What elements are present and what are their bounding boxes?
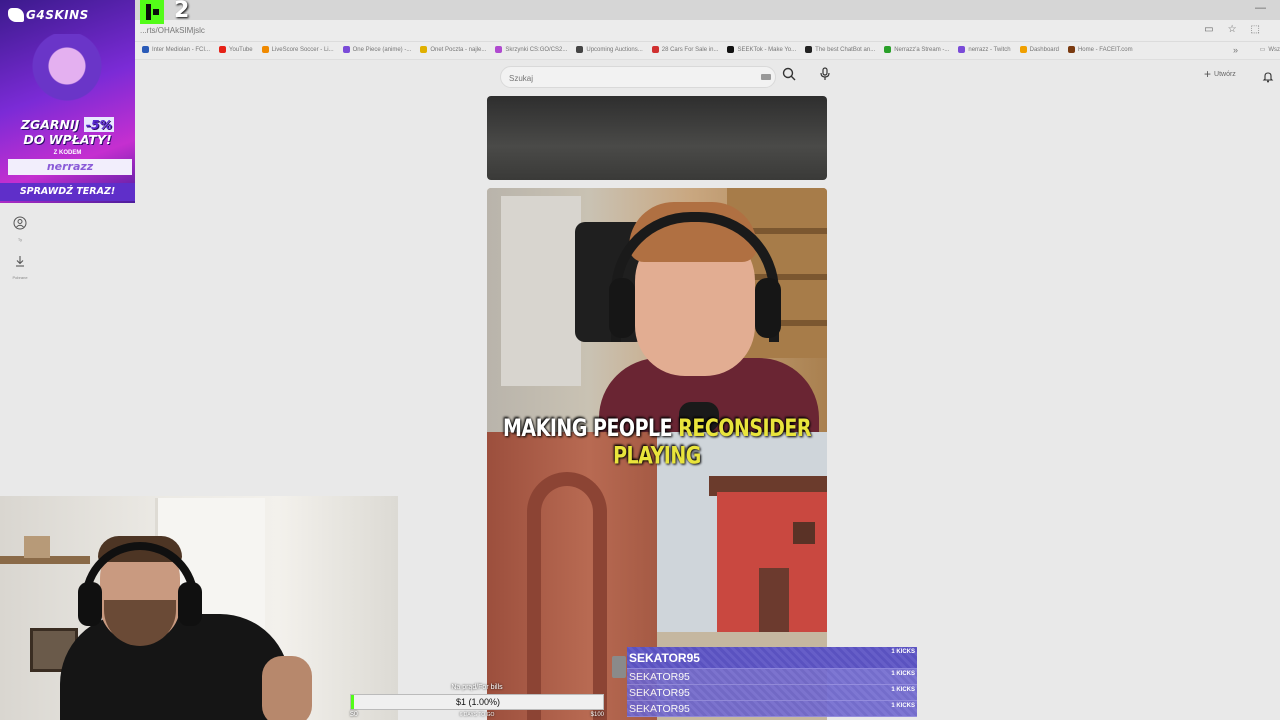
notifications-button[interactable] — [1262, 70, 1276, 84]
alert-icon — [612, 656, 626, 678]
favicon-icon — [576, 46, 584, 53]
ad-brand: G4SKINS — [26, 8, 89, 22]
goal-progress-bar: $1 (1.00%) — [350, 694, 604, 710]
viewer-count: 2 — [174, 0, 190, 23]
keyboard-icon[interactable] — [761, 74, 771, 80]
bookmark-label: Home - FACEIT.com — [1077, 46, 1133, 53]
search-box[interactable] — [500, 66, 776, 88]
list-item: SEKATOR95 1 KICKS — [627, 647, 917, 669]
account-icon — [13, 216, 27, 230]
bookmark-label: LiveScore Soccer - Li... — [271, 46, 334, 53]
bookmark-label: Upcoming Auctions... — [586, 46, 643, 53]
bookmark-label: The best ChatBot an... — [815, 46, 876, 53]
streamer-webcam — [0, 496, 398, 720]
favicon-icon — [958, 46, 966, 53]
ad-headline: ZGARNIJ -5% — [20, 117, 115, 132]
bookmark-label: Dashboard — [1029, 46, 1059, 53]
sidebar-item-label: Ty — [17, 237, 23, 242]
bookmark-item[interactable]: One Piece (anime) -... — [342, 46, 412, 53]
sidebar-item-downloads[interactable]: Pobrane — [6, 254, 34, 280]
bookmark-item[interactable]: nerrazz - Twitch — [958, 46, 1011, 53]
microphone-icon — [820, 67, 830, 80]
extensions-icon[interactable]: ⬚ — [1251, 24, 1260, 35]
bookmarks-bar: Inter Mediolan - FCI... YouTube LiveScore … — [0, 42, 1280, 60]
bookmarks-folder[interactable]: ▭ Wsz — [1259, 46, 1280, 54]
ad-code-label: Z KODEM — [53, 150, 82, 156]
favicon-icon — [142, 46, 149, 53]
favicon-icon — [884, 46, 892, 53]
sidebar-item-you[interactable]: Ty — [6, 216, 34, 242]
bookmark-item[interactable]: YouTube — [219, 46, 253, 53]
video-caption: MAKING PEOPLE RECONSIDER PLAYING — [503, 414, 811, 470]
bookmark-item[interactable]: Home - FACEIT.com — [1067, 46, 1133, 53]
youtube-header: + Utwórz — [0, 60, 1280, 94]
favicon-icon — [219, 46, 227, 53]
list-item: SEKATOR95 1 KICKS — [627, 669, 917, 685]
bookmarks-overflow-icon[interactable]: » — [1233, 45, 1238, 55]
bookmark-label: Skrzynki CS:GO/CS2... — [505, 46, 568, 53]
list-item: SEKATOR95 1 KICKS — [627, 685, 917, 701]
favicon-icon — [727, 46, 735, 53]
bookmark-label: One Piece (anime) -... — [352, 46, 412, 53]
kicks-alert-list: SEKATOR95 1 KICKS SEKATOR95 1 KICKS SEKA… — [627, 647, 917, 717]
short-video-player[interactable]: MAKING PEOPLE RECONSIDER PLAYING — [487, 188, 827, 720]
download-icon — [16, 256, 24, 267]
search-button[interactable] — [782, 67, 802, 87]
bell-icon — [1262, 72, 1274, 83]
bookmark-item[interactable]: Skrzynki CS:GO/CS2... — [495, 46, 567, 53]
bookmark-item[interactable]: Onet Poczta - najle... — [420, 46, 486, 53]
search-input[interactable] — [509, 71, 749, 85]
star-icon[interactable]: ☆ — [1228, 24, 1237, 35]
list-item: SEKATOR95 1 KICKS — [627, 701, 917, 717]
video-frame-streamer — [487, 188, 827, 438]
donation-goal: Na prąd/For bills $1 (1.00%) $0 6 DAYS T… — [350, 684, 604, 720]
ad-subheadline: DO WPŁATY! — [23, 132, 112, 147]
bookmark-label: Onet Poczta - najle... — [430, 46, 487, 53]
ad-promo-code: nerrazz — [8, 159, 132, 175]
create-button[interactable]: + Utwórz — [1204, 67, 1236, 81]
folder-icon: ▭ — [1259, 47, 1266, 53]
sidebar-item-label: Pobrane — [12, 275, 28, 280]
bookmark-item[interactable]: Upcoming Auctions... — [576, 46, 643, 53]
search-icon — [782, 67, 796, 81]
bookmark-item[interactable]: Nerrazz'a Stream -... — [884, 46, 949, 53]
address-bar[interactable]: ...rts/OHAkSIMjslc ▭ ☆ ⬚ — [0, 20, 1280, 42]
voice-search-button[interactable] — [818, 67, 838, 87]
plus-icon: + — [1204, 67, 1212, 81]
favicon-icon — [1067, 46, 1075, 53]
bookmark-label: Nerrazz'a Stream -... — [894, 46, 950, 53]
bookmark-item[interactable]: Dashboard — [1019, 46, 1059, 53]
bookmark-item[interactable]: 28 Cars For Sale in... — [651, 46, 719, 53]
favicon-icon — [420, 46, 428, 53]
favicon-icon — [342, 46, 350, 53]
favicon-icon — [651, 46, 659, 53]
bookmark-label: YouTube — [229, 46, 253, 53]
bookmark-label: Inter Mediolan - FCI... — [152, 46, 211, 53]
favicon-icon — [1019, 46, 1027, 53]
tab-strip: — — [0, 0, 1280, 20]
goal-days-left: 6 DAYS TO GO — [459, 712, 495, 718]
sponsor-ad-banner: G4SKINS ZGARNIJ -5% DO WPŁATY! Z KODEM n… — [0, 0, 135, 203]
favicon-icon — [261, 46, 269, 53]
kick-logo-icon — [140, 0, 164, 24]
favicon-icon — [495, 46, 503, 53]
goal-title: Na prąd/For bills — [451, 684, 503, 691]
ad-cta: SPRAWDŹ TERAZ! — [0, 183, 135, 201]
goal-value: $1 (1.00%) — [455, 697, 501, 707]
goal-max: $100 — [590, 712, 604, 718]
url-text[interactable]: ...rts/OHAkSIMjslc — [140, 26, 205, 35]
bookmark-item[interactable]: The best ChatBot an... — [805, 46, 875, 53]
minimize-icon[interactable]: — — [1255, 2, 1266, 14]
bookmark-item[interactable]: SEEKTok - Make Yo... — [727, 46, 796, 53]
bookmark-label: nerrazz - Twitch — [968, 46, 1011, 53]
ad-character-image — [28, 34, 106, 114]
brand-logo-icon — [8, 8, 24, 22]
bookmark-item[interactable]: Inter Mediolan - FCI... — [142, 46, 210, 53]
cast-icon[interactable]: ▭ — [1204, 24, 1213, 35]
bookmark-label: 28 Cars For Sale in... — [661, 46, 719, 53]
previous-short-video[interactable] — [487, 96, 827, 180]
bookmark-label: SEEKTok - Make Yo... — [737, 46, 797, 53]
favicon-icon — [805, 46, 813, 53]
bookmark-item[interactable]: LiveScore Soccer - Li... — [261, 46, 334, 53]
